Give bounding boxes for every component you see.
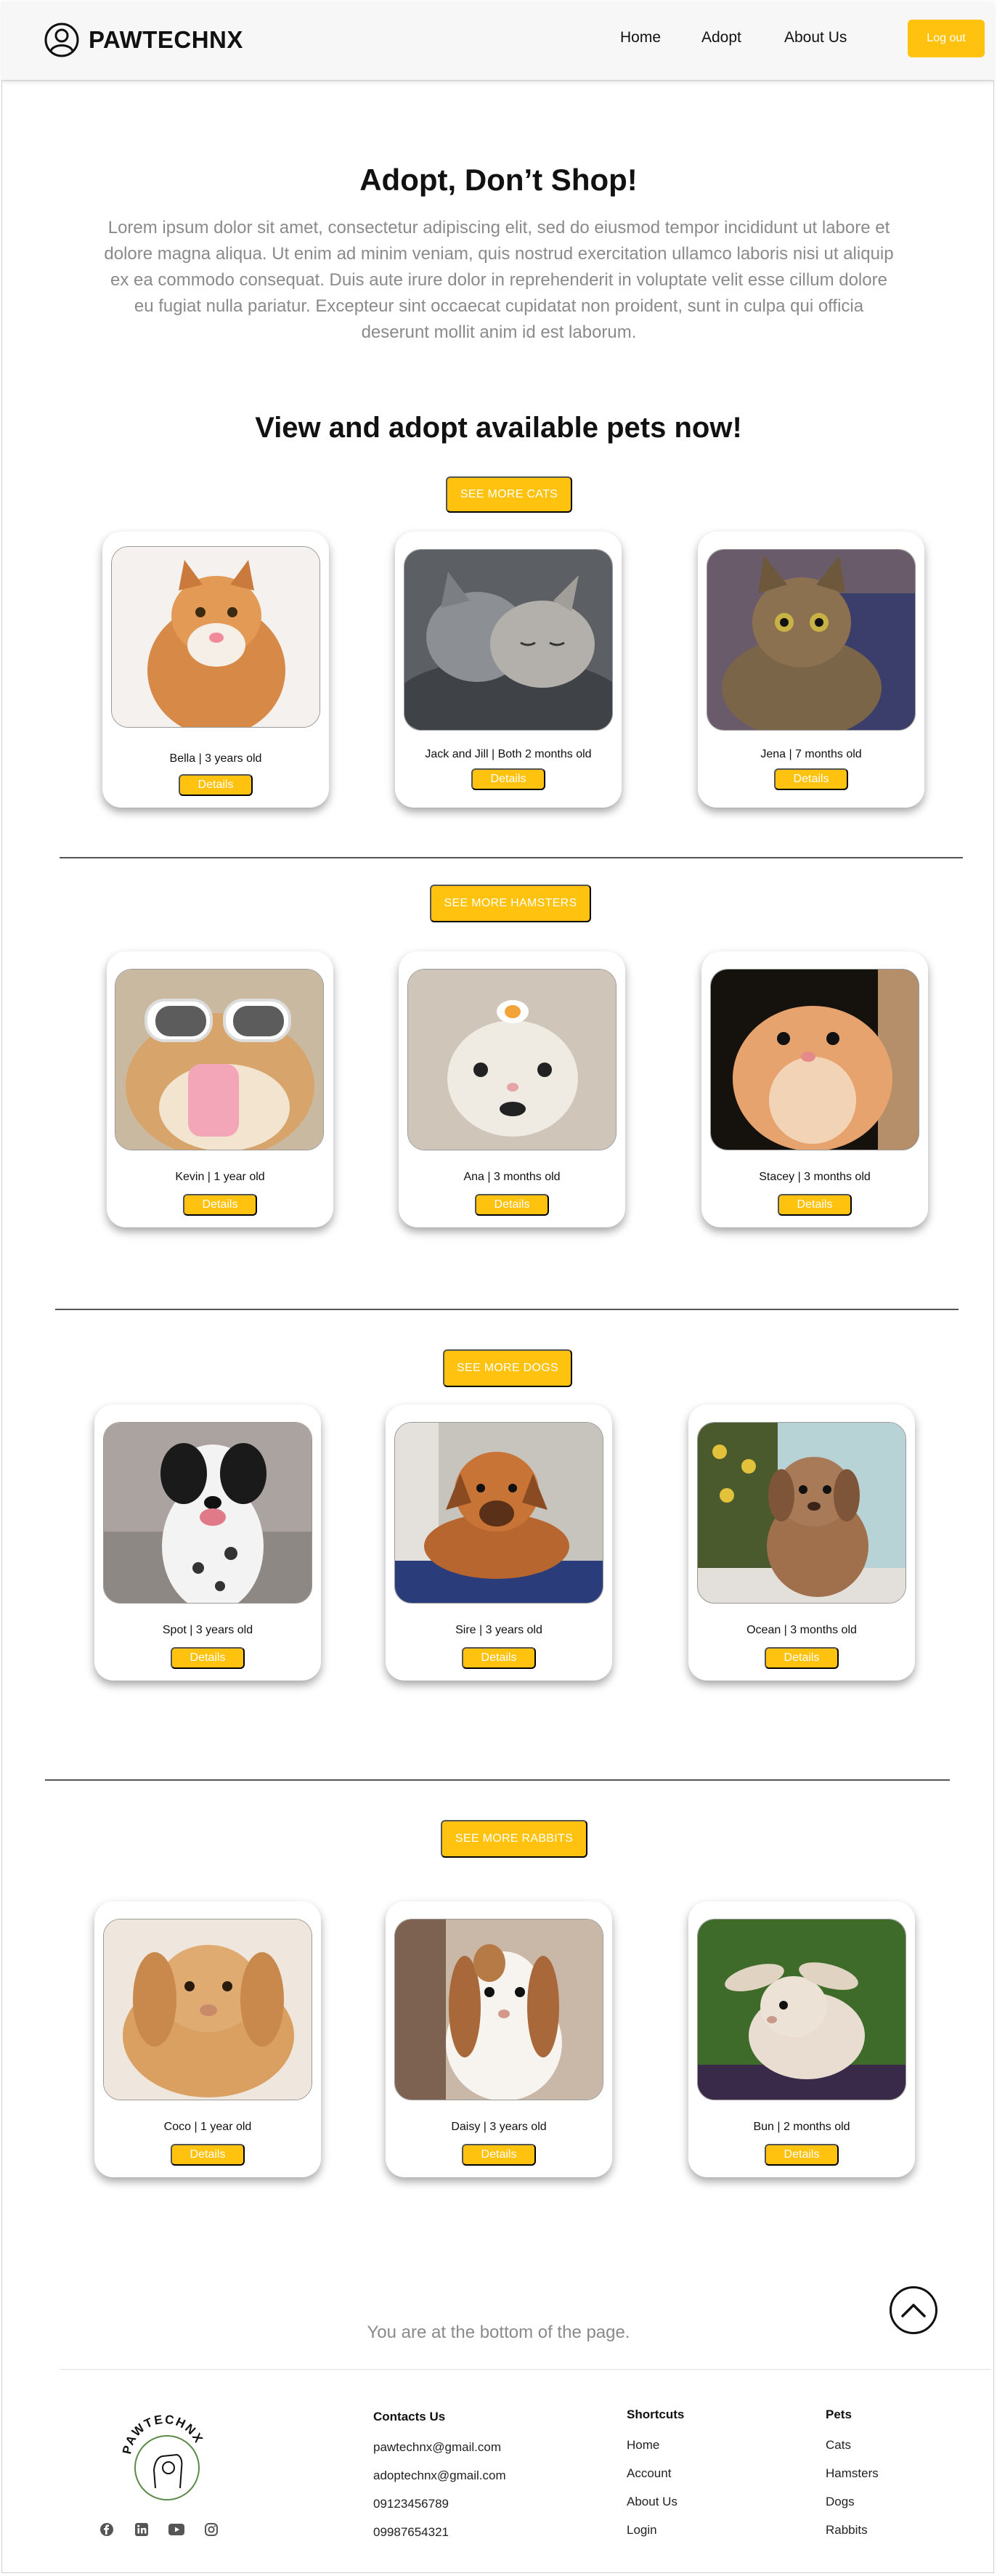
footer-divider	[60, 2369, 991, 2370]
details-button[interactable]: Details	[471, 768, 545, 790]
instagram-icon[interactable]	[203, 2522, 219, 2538]
footer-contacts-heading: Contacts Us	[373, 2410, 446, 2423]
pet-caption: Jack and Jill | Both 2 months old	[425, 748, 592, 760]
user-icon	[44, 23, 79, 57]
section-title: View and adopt available pets now!	[255, 412, 742, 444]
brown-puppy-photo	[394, 1422, 603, 1604]
section-divider	[60, 857, 963, 858]
see-more-cats-button[interactable]: SEE MORE CATS	[446, 476, 572, 513]
details-button[interactable]: Details	[778, 1194, 852, 1216]
nav-about-us[interactable]: About Us	[784, 29, 847, 46]
hero-title: Adopt, Don’t Shop!	[359, 163, 638, 197]
white-hamster-photo	[407, 969, 616, 1150]
footer-link-account[interactable]: Account	[627, 2466, 684, 2495]
details-button[interactable]: Details	[462, 2144, 536, 2166]
see-more-dogs-button[interactable]: SEE MORE DOGS	[443, 1349, 572, 1387]
page-frame	[1, 1, 994, 2573]
footer-email-2[interactable]: adoptechnx@gmail.com	[373, 2469, 506, 2497]
pet-card: Ana | 3 months old Details	[399, 951, 625, 1227]
pet-caption: Daisy | 3 years old	[451, 2121, 547, 2133]
pet-caption: Coco | 1 year old	[163, 2121, 252, 2133]
footer-link-cats[interactable]: Cats	[826, 2438, 879, 2466]
footer-email-1[interactable]: pawtechnx@gmail.com	[373, 2440, 506, 2469]
pet-caption: Bun | 2 months old	[753, 2121, 850, 2133]
see-more-rabbits-button[interactable]: SEE MORE RABBITS	[441, 1820, 587, 1858]
pet-card: Daisy | 3 years old Details	[386, 1901, 612, 2177]
details-button[interactable]: Details	[765, 1647, 839, 1669]
tan-rabbit-photo	[103, 1919, 312, 2100]
chevron-up-icon	[901, 2304, 926, 2317]
footer-shortcuts: Shortcuts Home Account About Us Login	[627, 2408, 684, 2551]
hamster-sunglasses-photo	[115, 969, 324, 1150]
footer-pets: Pets Cats Hamsters Dogs Rabbits	[826, 2408, 879, 2551]
white-brown-rabbit-photo	[394, 1919, 603, 2100]
see-more-hamsters-button[interactable]: SEE MORE HAMSTERS	[430, 885, 591, 922]
details-button[interactable]: Details	[765, 2144, 839, 2166]
details-button[interactable]: Details	[179, 774, 253, 796]
bottom-of-page-text: You are at the bottom of the page.	[367, 2323, 630, 2342]
cream-rabbit-photo	[697, 1919, 906, 2100]
facebook-icon[interactable]	[99, 2522, 115, 2538]
footer-link-rabbits[interactable]: Rabbits	[826, 2523, 879, 2551]
brand[interactable]: PAWTECHNX	[44, 22, 243, 58]
pet-caption: Ana | 3 months old	[463, 1171, 561, 1183]
footer-shortcuts-heading: Shortcuts	[627, 2408, 685, 2421]
site-header: PAWTECHNX Home Adopt About Us Log out	[1, 1, 994, 81]
pet-card: Bun | 2 months old Details	[688, 1901, 915, 2177]
linkedin-icon[interactable]	[134, 2522, 150, 2538]
pet-card: Jack and Jill | Both 2 months old Detail…	[395, 532, 622, 808]
pet-caption: Ocean | 3 months old	[746, 1624, 857, 1636]
youtube-icon[interactable]	[168, 2522, 184, 2538]
footer-pets-heading: Pets	[826, 2408, 852, 2421]
pet-caption: Stacey | 3 months old	[759, 1171, 871, 1183]
orange-cat-photo	[111, 546, 320, 728]
pet-caption: Jena | 7 months old	[760, 748, 862, 760]
pet-card: Spot | 3 years old Details	[94, 1405, 321, 1681]
pet-card: Bella | 3 years old Details	[102, 532, 329, 808]
footer-phone-1[interactable]: 09123456789	[373, 2497, 506, 2525]
pet-card: Stacey | 3 months old Details	[701, 951, 928, 1227]
section-divider	[45, 1779, 950, 1781]
nav-adopt[interactable]: Adopt	[701, 29, 741, 46]
details-button[interactable]: Details	[183, 1194, 257, 1216]
footer-link-hamsters[interactable]: Hamsters	[826, 2466, 879, 2495]
spotted-dog-photo	[103, 1422, 312, 1604]
light-brown-puppy-photo	[697, 1422, 906, 1604]
details-button[interactable]: Details	[171, 2144, 245, 2166]
grey-kittens-photo	[404, 549, 613, 731]
brand-name: PAWTECHNX	[89, 26, 243, 53]
pet-caption: Bella | 3 years old	[169, 752, 262, 765]
footer-link-login[interactable]: Login	[627, 2523, 684, 2551]
details-button[interactable]: Details	[171, 1647, 245, 1669]
pet-caption: Sire | 3 years old	[455, 1624, 542, 1636]
footer-link-home[interactable]: Home	[627, 2438, 684, 2466]
tabby-cat-photo	[707, 549, 916, 731]
details-button[interactable]: Details	[475, 1194, 549, 1216]
footer-phone-2[interactable]: 09987654321	[373, 2525, 506, 2553]
details-button[interactable]: Details	[462, 1647, 536, 1669]
orange-hamster-photo	[710, 969, 919, 1150]
nav-home[interactable]: Home	[620, 29, 661, 46]
pet-caption: Kevin | 1 year old	[175, 1171, 265, 1183]
pet-caption: Spot | 3 years old	[162, 1624, 253, 1636]
footer-logo[interactable]: PAWTECHNX	[110, 2401, 219, 2510]
footer-contacts: Contacts Us pawtechnx@gmail.com adoptech…	[373, 2410, 506, 2553]
pet-card: Kevin | 1 year old Details	[107, 951, 333, 1227]
pet-card: Sire | 3 years old Details	[386, 1405, 612, 1681]
social-links	[99, 2522, 219, 2538]
pet-card: Coco | 1 year old Details	[94, 1901, 321, 2177]
logout-button[interactable]: Log out	[908, 20, 985, 57]
footer-link-dogs[interactable]: Dogs	[826, 2495, 879, 2523]
section-divider	[55, 1309, 959, 1310]
footer-link-about-us[interactable]: About Us	[627, 2495, 684, 2523]
hero-text: Lorem ipsum dolor sit amet, consectetur …	[104, 218, 894, 342]
pet-card: Jena | 7 months old Details	[698, 532, 924, 808]
details-button[interactable]: Details	[774, 768, 848, 790]
pet-card: Ocean | 3 months old Details	[688, 1405, 915, 1681]
